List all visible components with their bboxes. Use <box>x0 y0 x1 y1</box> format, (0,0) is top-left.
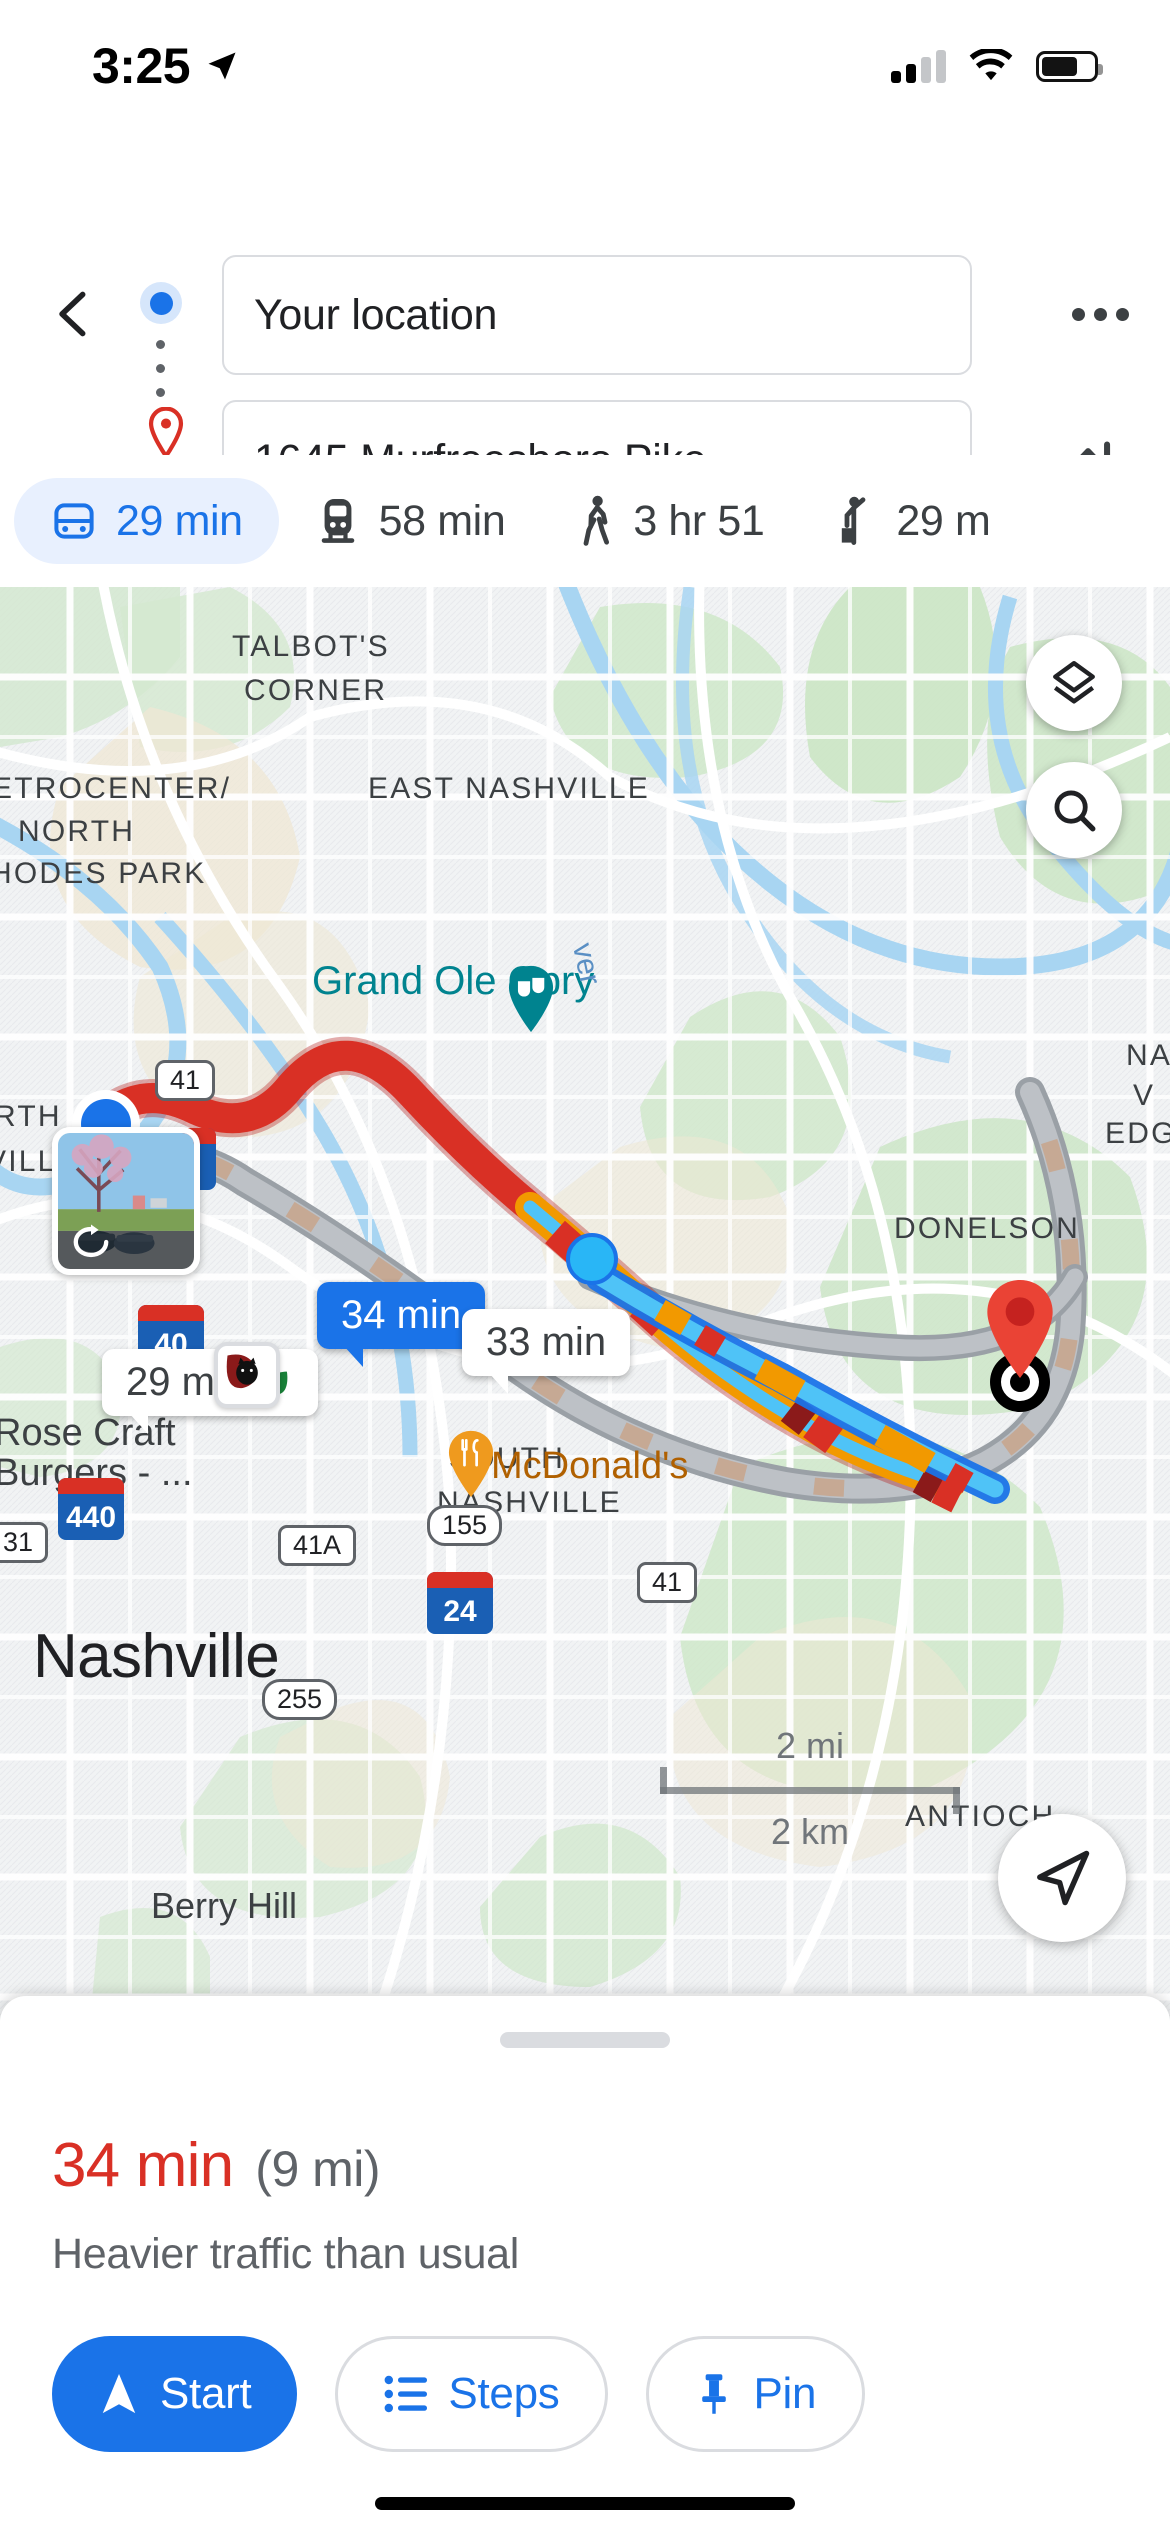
route-distance: (9 mi) <box>255 2141 381 2197</box>
map-canvas[interactable]: TALBOT'S CORNER ETROCENTER/ NORTH HODES … <box>0 587 1170 2020</box>
map-scale-line <box>660 1767 960 1814</box>
sheet-drag-handle[interactable] <box>500 2032 670 2048</box>
start-navigation-button[interactable]: Start <box>52 2336 298 2452</box>
route-badge-alternate[interactable]: 33 min <box>462 1309 631 1394</box>
wifi-icon <box>969 49 1013 81</box>
business-logo-icon <box>226 1354 258 1389</box>
street-view-thumbnail[interactable] <box>52 1127 200 1275</box>
more-options-icon <box>1071 307 1085 321</box>
navigation-arrow-icon <box>102 2373 136 2414</box>
travel-mode-driving[interactable]: 29 min <box>14 478 279 564</box>
route-badge-selected[interactable]: 34 min <box>317 1282 486 1367</box>
highway-shield-sr255: 255 <box>262 1679 338 1720</box>
steps-button[interactable]: Steps <box>335 2336 609 2452</box>
route-summary: 34 min (9 mi) <box>52 2130 381 2201</box>
origin-dot-icon <box>140 282 182 324</box>
status-bar-clock: 3:25 <box>92 38 191 94</box>
map-scale-kilometers: 2 km <box>770 1811 849 1852</box>
route-connector-dots <box>156 340 200 397</box>
battery-icon <box>1036 50 1103 82</box>
poi-pin-grand-ole-opry[interactable] <box>504 964 558 1039</box>
poi-pin-ml-rose[interactable] <box>214 1342 280 1408</box>
status-bar-right <box>891 49 1103 83</box>
back-chevron-icon <box>59 291 86 337</box>
transit-icon <box>321 498 354 543</box>
map-scale-miles: 2 mi <box>775 1725 844 1766</box>
pin-button[interactable]: Pin <box>646 2336 866 2452</box>
pin-icon <box>702 2374 727 2414</box>
highway-shield-sr155: 155 <box>427 1505 503 1546</box>
map-layers-button[interactable] <box>1026 635 1122 731</box>
origin-input-value: Your location <box>254 290 498 339</box>
highway-shield-i440: 440 <box>58 1478 124 1540</box>
map-search-button[interactable] <box>1026 762 1122 858</box>
route-badge-eco[interactable]: 29 min <box>102 1349 319 1434</box>
highway-shield-us41a: 41A <box>278 1525 357 1566</box>
car-icon <box>54 503 94 539</box>
status-bar: 3:25 <box>0 0 1170 110</box>
restaurant-icon <box>448 1430 494 1498</box>
list-icon <box>385 2375 428 2413</box>
walk-icon <box>583 495 610 546</box>
poi-pin-mcdonalds[interactable] <box>444 1429 498 1504</box>
destination-pin-icon <box>987 1280 1053 1378</box>
theater-masks-icon <box>508 965 554 1033</box>
highway-shield-i24-south: 24 <box>427 1572 493 1634</box>
location-arrow-icon <box>208 52 236 80</box>
travel-mode-walking-label: 3 hr 51 <box>633 496 765 545</box>
route-action-buttons: Start Steps Pin <box>52 2336 866 2452</box>
travel-mode-transit[interactable]: 58 min <box>279 478 542 564</box>
pin-button-label: Pin <box>753 2369 817 2418</box>
recenter-navigate-button[interactable] <box>998 1814 1126 1942</box>
directions-header: Your location 1645 Murfreesboro Pike <box>0 110 1170 520</box>
google-maps-directions-screen: 3:25 Your location 29 min 58 min 3 hr 51… <box>0 0 1170 2532</box>
traffic-status-text: Heavier traffic than usual <box>52 2230 520 2278</box>
start-button-label: Start <box>160 2369 252 2418</box>
destination-marker[interactable] <box>980 1276 1060 1387</box>
travel-mode-rideshare-label: 29 m <box>896 496 991 545</box>
navigate-arrow-icon <box>1037 1850 1090 1906</box>
highway-shield-us41-south: 41 <box>637 1562 698 1603</box>
map-scale-bar: 2 mi 2 km <box>660 1725 960 1853</box>
travel-mode-rideshare[interactable]: 29 m <box>800 478 1026 564</box>
travel-mode-transit-label: 58 min <box>378 496 506 545</box>
more-options-button[interactable] <box>1060 280 1140 348</box>
route-badge-alternate-label: 33 min <box>486 1320 607 1364</box>
rotate-360-icon <box>73 1224 109 1258</box>
travel-mode-walking[interactable]: 3 hr 51 <box>541 478 800 564</box>
route-eta-time: 34 min <box>52 2131 234 2200</box>
map-layers-icon <box>1053 661 1095 704</box>
rideshare-icon <box>842 496 866 545</box>
status-bar-left: 3:25 <box>92 37 240 95</box>
route-badge-selected-label: 34 min <box>341 1293 462 1337</box>
travel-mode-driving-label: 29 min <box>116 496 243 545</box>
origin-input[interactable]: Your location <box>222 255 972 375</box>
back-button[interactable] <box>38 278 110 350</box>
route-details-sheet: 34 min (9 mi) Heavier traffic than usual… <box>0 1996 1170 2532</box>
route-endpoint-markers <box>140 282 200 464</box>
steps-button-label: Steps <box>448 2369 560 2418</box>
search-icon <box>1054 790 1096 832</box>
highway-shield-us41-north: 41 <box>155 1060 216 1101</box>
cellular-signal-icon <box>891 49 946 83</box>
highway-shield-us31: 31 <box>0 1522 49 1563</box>
home-indicator <box>375 2497 795 2510</box>
travel-mode-tabs: 29 min 58 min 3 hr 51 29 m <box>0 455 1170 587</box>
